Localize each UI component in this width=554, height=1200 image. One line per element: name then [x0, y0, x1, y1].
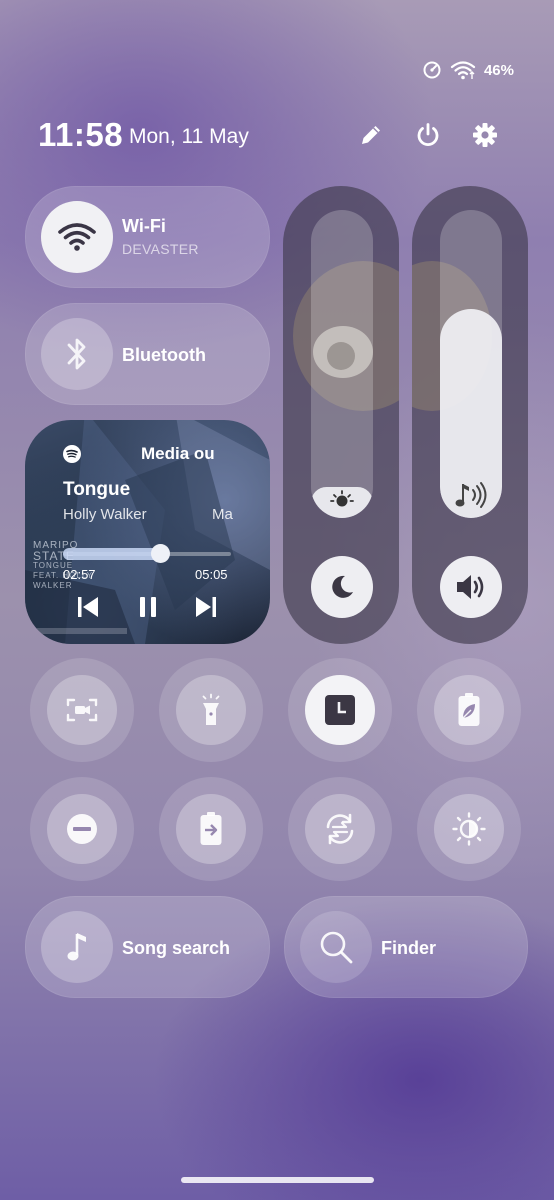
next-track-icon[interactable] [193, 594, 219, 625]
eye-comfort-toggle[interactable] [417, 777, 521, 881]
rotate-icon[interactable] [305, 794, 375, 864]
track-artist: Holly Walker [63, 506, 147, 523]
wifi-signal-icon [450, 60, 476, 80]
volume-music-icon [452, 478, 490, 517]
clock-icon[interactable] [305, 675, 375, 745]
media-player-card[interactable]: MARIPO STATE TONGUE FEAT. HOLLY WALKER M… [25, 420, 270, 644]
music-note-icon[interactable] [41, 911, 113, 983]
clock-toggle[interactable] [288, 658, 392, 762]
wifi-tile[interactable]: Wi-Fi DEVASTER [25, 186, 270, 288]
search-icon[interactable] [300, 911, 372, 983]
volume-slider[interactable] [440, 210, 502, 518]
sun-dim-icon[interactable] [434, 794, 504, 864]
wifi-network-name: DEVASTER [122, 241, 199, 257]
battery-share-icon[interactable] [176, 794, 246, 864]
pause-icon[interactable] [135, 594, 161, 625]
playback-progress-fill [63, 548, 160, 560]
wifi-icon[interactable] [41, 201, 113, 273]
brightness-slider[interactable] [311, 210, 373, 518]
dnd-icon[interactable] [47, 794, 117, 864]
finder-tile[interactable]: Finder [284, 896, 528, 998]
brightness-icon [327, 488, 357, 517]
battery-percent: 46% [483, 61, 514, 79]
song-search-title: Song search [122, 938, 231, 958]
battery-leaf-icon[interactable] [434, 675, 504, 745]
auto-rotate-toggle[interactable] [288, 777, 392, 881]
screen-recorder-toggle[interactable] [30, 658, 134, 762]
elapsed-time: 02:57 [63, 567, 96, 582]
settings-icon[interactable] [468, 118, 502, 152]
night-mode-icon[interactable] [311, 556, 373, 618]
power-saving-toggle[interactable] [417, 658, 521, 762]
song-search-tile[interactable]: Song search [25, 896, 270, 998]
volume-slider-panel [412, 186, 528, 644]
media-output-button[interactable]: Media ou [141, 444, 215, 464]
spotify-icon [63, 445, 81, 463]
sound-on-icon[interactable] [440, 556, 502, 618]
flashlight-toggle[interactable] [159, 658, 263, 762]
track-title: Tongue [63, 479, 131, 500]
home-indicator[interactable] [181, 1177, 374, 1183]
wifi-title: Wi-Fi [122, 216, 166, 236]
bluetooth-icon[interactable] [41, 318, 113, 390]
do-not-disturb-toggle[interactable] [30, 777, 134, 881]
previous-track-icon[interactable] [75, 594, 101, 625]
clock-time[interactable]: 11:58 [38, 116, 123, 154]
edit-icon[interactable] [354, 118, 388, 152]
power-icon[interactable] [411, 118, 445, 152]
bluetooth-title: Bluetooth [122, 345, 206, 365]
flashlight-icon[interactable] [176, 675, 246, 745]
finder-title: Finder [381, 938, 437, 958]
screen-record-icon[interactable] [47, 675, 117, 745]
data-saver-icon [422, 60, 442, 80]
status-bar: 46% [422, 60, 514, 80]
track-duration: 05:05 [195, 567, 228, 582]
power-share-toggle[interactable] [159, 777, 263, 881]
brightness-slider-panel [283, 186, 399, 644]
clock-date[interactable]: Mon, 11 May [129, 125, 249, 149]
playback-progress-thumb[interactable] [151, 544, 170, 563]
bluetooth-tile[interactable]: Bluetooth [25, 303, 270, 405]
track-artist-overflow: Ma [212, 506, 233, 523]
